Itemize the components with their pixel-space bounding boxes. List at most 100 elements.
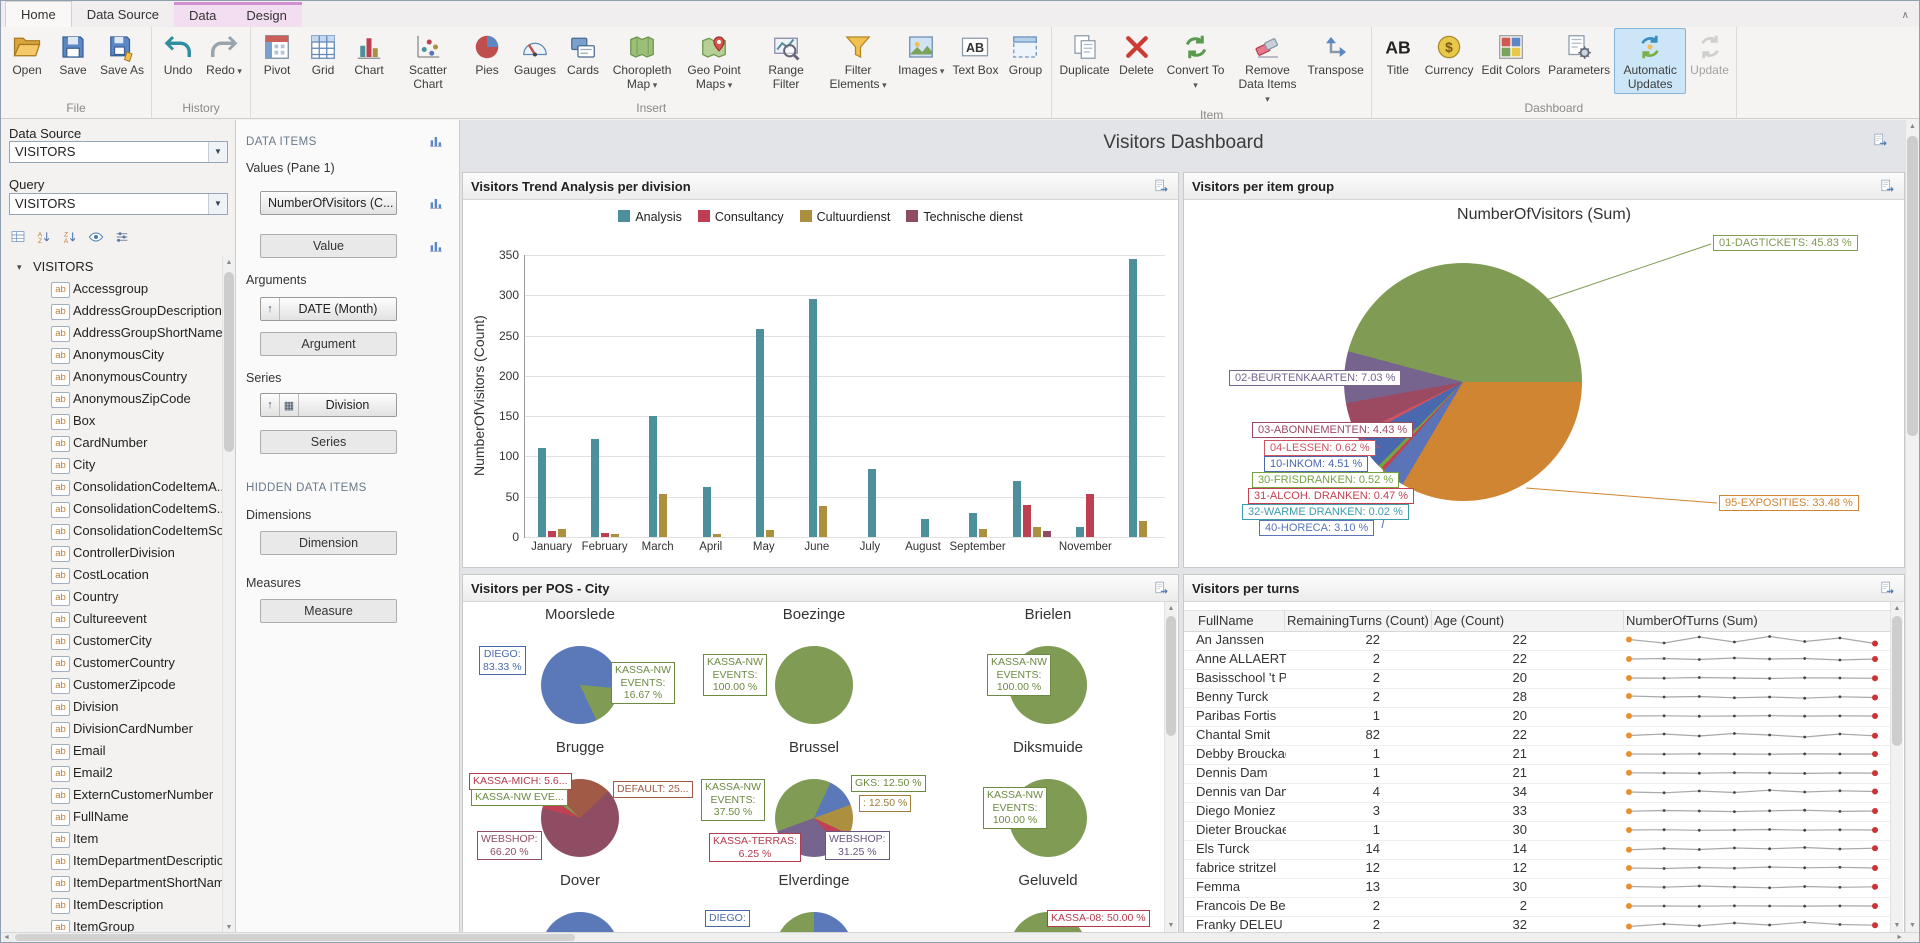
data-item-chip-numberofvisitors-c[interactable]: NumberOfVisitors (C... [260, 191, 397, 215]
field-item[interactable]: ab CostLocation [1, 564, 222, 586]
save-button[interactable]: Save [50, 28, 96, 80]
table-row[interactable]: Femma 13 30 [1184, 878, 1891, 898]
bar-analysis[interactable] [969, 512, 978, 537]
export-icon[interactable] [1879, 178, 1896, 195]
pie-label[interactable]: : 12.50 % [859, 795, 912, 812]
bar-cultuurdienst[interactable] [610, 533, 619, 537]
field-item[interactable]: ab CustomerCity [1, 630, 222, 652]
field-item[interactable]: ab AnonymousCountry [1, 366, 222, 388]
pie-label[interactable]: WEBSHOP: 31.25 % [825, 831, 890, 861]
bar-cultuurdienst[interactable] [1139, 520, 1148, 537]
tab-design[interactable]: Design [231, 2, 302, 27]
data-item-chip-measure[interactable]: Measure [260, 599, 397, 623]
city-pie[interactable] [775, 912, 853, 934]
bar-technische-dienst[interactable] [1042, 530, 1051, 537]
cards-button[interactable]: Cards [560, 28, 606, 80]
sort-az-button[interactable]: AZ [33, 226, 55, 248]
city-pie[interactable] [541, 912, 619, 934]
options-button[interactable] [111, 226, 133, 248]
window-vertical-scrollbar[interactable]: ▲ ▼ [1905, 120, 1919, 932]
duplicate-button[interactable]: Duplicate [1055, 28, 1113, 80]
scroll-down-icon[interactable]: ▼ [1165, 919, 1177, 932]
tree-scrollbar[interactable]: ▲ ▼ [222, 256, 235, 934]
pie-callout-10-inkom[interactable]: 10-INKOM: 4.51 % [1264, 456, 1369, 472]
pie-label[interactable]: KASSA-NW EVENTS: 16.67 % [611, 662, 676, 704]
delete-button[interactable]: Delete [1114, 28, 1160, 80]
field-item[interactable]: ab DivisionCardNumber [1, 718, 222, 740]
scroll-down-icon[interactable]: ▼ [1906, 919, 1919, 932]
pane-indicator-icon[interactable] [428, 195, 444, 211]
field-item[interactable]: ab AnonymousZipCode [1, 388, 222, 410]
field-item[interactable]: ab Cultureevent [1, 608, 222, 630]
bar-analysis[interactable] [649, 416, 658, 537]
edit-colors-button[interactable]: Edit Colors [1477, 28, 1544, 80]
bar-consultancy[interactable] [1085, 494, 1094, 537]
bar-cultuurdienst[interactable] [712, 533, 721, 537]
field-item[interactable]: ab AddressGroupShortName [1, 322, 222, 344]
pie-label[interactable]: KASSA-NW EVENTS: 100.00 % [983, 787, 1048, 829]
automatic-updates-button[interactable]: Automatic Updates [1614, 28, 1687, 94]
redo-button[interactable]: Redo ▾ [201, 28, 247, 80]
pie-label[interactable]: DIEGO: [705, 910, 750, 927]
data-item-chip-date-month[interactable]: ↑ DATE (Month) [260, 297, 397, 321]
currency-button[interactable]: $ Currency [1421, 28, 1478, 80]
field-item[interactable]: ab ItemDepartmentDescription [1, 850, 222, 872]
field-item[interactable]: ab Email [1, 740, 222, 762]
field-item[interactable]: ab ExternCustomerNumber [1, 784, 222, 806]
bar-analysis[interactable] [867, 468, 876, 537]
chevron-down-icon[interactable]: ▼ [208, 142, 227, 162]
tree-root[interactable]: ▾ VISITORS [1, 256, 222, 278]
export-icon[interactable] [1879, 580, 1896, 597]
column-header-age-count[interactable]: Age (Count) [1431, 611, 1504, 630]
transpose-button[interactable]: Transpose [1304, 28, 1368, 80]
field-item[interactable]: ab CustomerCountry [1, 652, 222, 674]
bar-cultuurdienst[interactable] [659, 494, 668, 537]
bar-analysis[interactable] [1129, 259, 1138, 537]
collapse-ribbon-icon[interactable]: ∧ [1902, 5, 1909, 27]
scroll-down-icon[interactable]: ▼ [1891, 919, 1903, 932]
export-icon[interactable] [1153, 580, 1170, 597]
pie-callout-02-beurtenkaarten[interactable]: 02-BEURTENKAARTEN: 7.03 % [1229, 370, 1402, 386]
field-item[interactable]: ab Item [1, 828, 222, 850]
bar-analysis[interactable] [1012, 480, 1021, 537]
tab-data[interactable]: Data [173, 2, 232, 27]
pie-callout-32-warme-dranken[interactable]: 32-WARME DRANKEN: 0.02 % [1242, 504, 1409, 520]
pie-callout-04-lessen[interactable]: 04-LESSEN: 0.62 % [1264, 440, 1376, 456]
field-item[interactable]: ab ConsolidationCodeItemS... [1, 498, 222, 520]
query-select[interactable]: VISITORS ▼ [9, 193, 228, 215]
field-item[interactable]: ab AnonymousCity [1, 344, 222, 366]
table-row[interactable]: Basisschool 't Pu... 2 20 [1184, 669, 1891, 689]
save-as-button[interactable]: Save As [96, 28, 148, 80]
table-row[interactable]: Dieter Brouckaert 1 30 [1184, 821, 1891, 841]
pie-label[interactable]: KASSA-08: 50.00 % [1047, 910, 1150, 927]
chart-button[interactable]: Chart [346, 28, 392, 80]
bar-cultuurdienst[interactable] [979, 528, 988, 537]
undo-button[interactable]: Undo [155, 28, 201, 80]
pie-label[interactable]: KASSA-MICH: 5.6... [469, 773, 572, 790]
choropleth-map-button[interactable]: Choropleth Map ▾ [606, 28, 678, 94]
city-pie[interactable] [775, 646, 853, 724]
pie-label[interactable]: KASSA-NW EVENTS: 100.00 % [987, 654, 1052, 696]
table-row[interactable]: fabrice stritzel 12 12 [1184, 859, 1891, 879]
table-row[interactable]: Debby Brouckaert 1 21 [1184, 745, 1891, 765]
data-item-chip-argument[interactable]: Argument [260, 332, 397, 356]
pie-callout-03-abonnementen[interactable]: 03-ABONNEMENTEN: 4.43 % [1252, 422, 1414, 438]
filter-elements-button[interactable]: Filter Elements ▾ [822, 28, 894, 94]
pie-callout-31-alcoh-dranken[interactable]: 31-ALCOH. DRANKEN: 0.47 % [1248, 488, 1415, 504]
pie-label[interactable]: DEFAULT: 25... [613, 781, 693, 798]
bar-consultancy[interactable] [547, 531, 556, 537]
update-button[interactable]: Update [1686, 28, 1733, 80]
range-filter-button[interactable]: Range Filter [750, 28, 822, 94]
remove-data-items-button[interactable]: Remove Data Items ▾ [1232, 28, 1304, 107]
bar-analysis[interactable] [1075, 527, 1084, 537]
expander-icon[interactable]: ▾ [17, 256, 22, 278]
open-button[interactable]: Open [4, 28, 50, 80]
gauges-button[interactable]: Gauges [510, 28, 560, 80]
table-row[interactable]: Anne ALLAERT 2 22 [1184, 650, 1891, 670]
scroll-left-icon[interactable]: ◄ [3, 933, 10, 942]
bar-analysis[interactable] [809, 299, 818, 537]
bar-cultuurdienst[interactable] [765, 529, 774, 537]
field-item[interactable]: ab AddressGroupDescription [1, 300, 222, 322]
data-item-chip-division[interactable]: ↑ ▦ Division [260, 393, 397, 417]
data-item-chip-series[interactable]: Series [260, 430, 397, 454]
